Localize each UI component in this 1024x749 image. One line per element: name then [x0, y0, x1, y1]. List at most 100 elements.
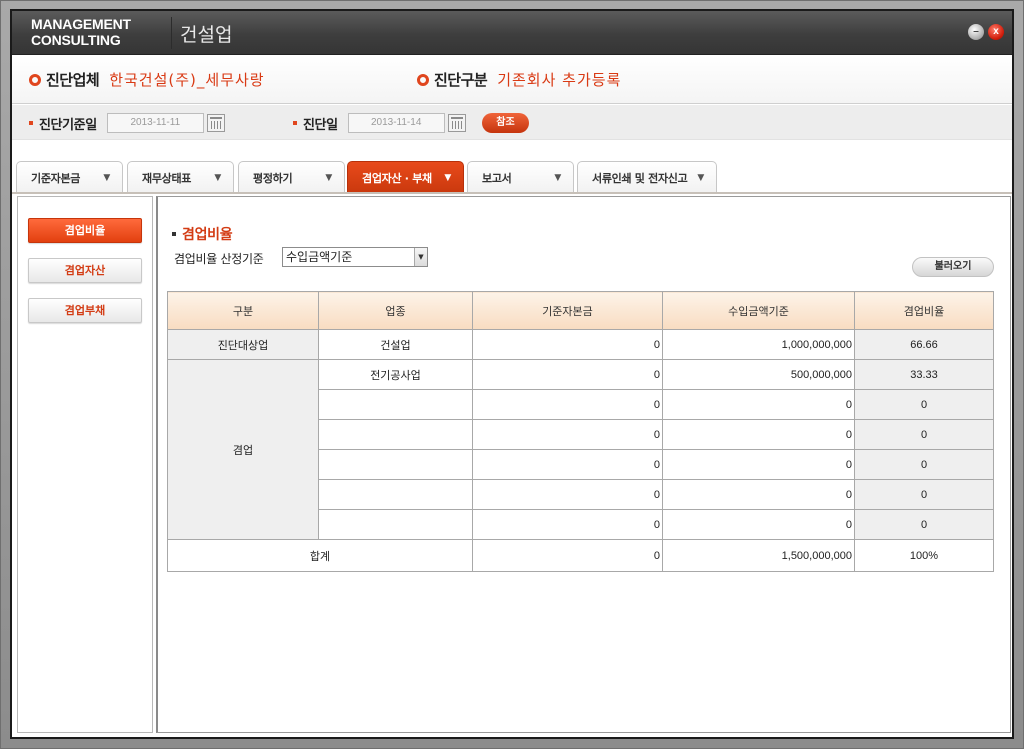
nav-side-business-liabilities[interactable]: 겸업부채 — [28, 298, 142, 323]
ratio-cell: 33.33 — [854, 359, 994, 390]
ratio-cell: 0 — [854, 389, 994, 420]
basis-select[interactable]: 수입금액기준 ▼ — [282, 247, 428, 267]
column-header: 겸업비율 — [854, 291, 994, 330]
app-title: 건설업 — [180, 24, 233, 46]
industry-cell[interactable] — [318, 509, 473, 540]
tab-balance-sheet[interactable]: 재무상태표 ▼ — [127, 161, 234, 194]
column-header: 구분 — [167, 291, 319, 330]
dropdown-arrow-icon: ▼ — [325, 173, 332, 183]
tab-rating[interactable]: 평정하기 ▼ — [238, 161, 345, 194]
square-bullet-icon — [29, 121, 33, 125]
basis-label: 겸업비율 산정기준 — [174, 252, 264, 266]
calendar-icon[interactable] — [447, 114, 466, 132]
base-date-input[interactable]: 2013-11-11 — [106, 113, 204, 133]
industry-cell[interactable]: 전기공사업 — [318, 359, 473, 390]
dropdown-arrow-icon: ▼ — [554, 173, 561, 183]
tab-label: 기준자본금 — [31, 172, 81, 185]
total-ratio: 100% — [854, 539, 994, 572]
title-bar: MANAGEMENT CONSULTING 건설업 – x — [12, 11, 1012, 55]
revenue-cell[interactable]: 0 — [662, 509, 855, 540]
dropdown-arrow-icon: ▼ — [444, 173, 451, 183]
divider — [171, 17, 172, 49]
tab-label: 겸업자산 · 부채 — [362, 172, 432, 185]
section-title-text: 겸업비율 — [182, 227, 233, 243]
revenue-cell[interactable]: 0 — [662, 449, 855, 480]
close-icon[interactable]: x — [988, 24, 1004, 40]
company-value: 한국건설(주)_세무사랑 — [109, 71, 265, 89]
tab-print-efiling[interactable]: 서류인쇄 및 전자신고 ▼ — [577, 161, 717, 194]
company-info: 진단업체 한국건설(주)_세무사랑 — [29, 69, 265, 90]
side-business-ratio-table: 구분 업종 기준자본금 수입금액기준 겸업비율 진단대상업 건설업 0 1,00… — [167, 291, 994, 572]
dropdown-arrow-icon: ▼ — [214, 173, 221, 183]
total-label: 합계 — [167, 539, 473, 572]
ratio-cell: 0 — [854, 479, 994, 510]
tab-label: 평정하기 — [253, 172, 293, 185]
tab-label: 재무상태표 — [142, 172, 192, 185]
revenue-cell[interactable]: 500,000,000 — [662, 359, 855, 390]
industry-cell[interactable] — [318, 389, 473, 420]
tab-label: 보고서 — [482, 172, 512, 185]
type-value: 기존회사 추가등록 — [497, 71, 622, 89]
tab-report[interactable]: 보고서 ▼ — [467, 161, 574, 194]
diagnosis-info-row: 진단업체 한국건설(주)_세무사랑 진단구분 기존회사 추가등록 — [12, 56, 1012, 104]
category-cell: 겸업 — [167, 359, 319, 540]
total-revenue: 1,500,000,000 — [662, 539, 855, 572]
industry-cell[interactable] — [318, 449, 473, 480]
revenue-cell[interactable]: 0 — [662, 389, 855, 420]
industry-cell[interactable] — [318, 419, 473, 450]
main-panel: 겸업비율 겸업비율 산정기준 수입금액기준 ▼ 불러오기 구분 업종 기준자본금… — [156, 196, 1011, 733]
square-bullet-icon — [172, 232, 176, 236]
revenue-cell[interactable]: 0 — [662, 419, 855, 450]
brand-logo: MANAGEMENT CONSULTING — [31, 16, 131, 48]
ratio-cell: 66.66 — [854, 329, 994, 360]
revenue-cell[interactable]: 1,000,000,000 — [662, 329, 855, 360]
base-date-label: 진단기준일 — [39, 117, 97, 133]
date-row: 진단기준일 2013-11-11 진단일 2013-11-14 참조 — [12, 105, 1012, 140]
capital-cell[interactable]: 0 — [472, 329, 663, 360]
diag-date-label: 진단일 — [303, 117, 338, 133]
capital-cell[interactable]: 0 — [472, 359, 663, 390]
table-row: 겸업 전기공사업 0 500,000,000 33.33 — [167, 359, 994, 540]
capital-cell[interactable]: 0 — [472, 479, 663, 510]
brand-line-1: MANAGEMENT — [31, 16, 131, 32]
tabs-baseline — [12, 192, 1012, 194]
industry-cell[interactable] — [318, 479, 473, 510]
industry-cell[interactable]: 건설업 — [318, 329, 473, 360]
capital-cell[interactable]: 0 — [472, 389, 663, 420]
capital-cell[interactable]: 0 — [472, 509, 663, 540]
section-title: 겸업비율 — [172, 224, 233, 244]
load-button[interactable]: 불러오기 — [912, 257, 994, 277]
nav-side-business-ratio[interactable]: 겸업비율 — [28, 218, 142, 243]
app-window: MANAGEMENT CONSULTING 건설업 – x 진단업체 한국건설(… — [10, 9, 1014, 739]
dropdown-arrow-icon: ▼ — [103, 173, 110, 183]
tab-label: 서류인쇄 및 전자신고 — [592, 172, 688, 185]
brand-line-2: CONSULTING — [31, 32, 121, 48]
nav-side-business-assets[interactable]: 겸업자산 — [28, 258, 142, 283]
column-header: 기준자본금 — [472, 291, 663, 330]
tab-base-capital[interactable]: 기준자본금 ▼ — [16, 161, 123, 194]
type-info: 진단구분 기존회사 추가등록 — [417, 69, 621, 90]
tab-side-business-assets[interactable]: 겸업자산 · 부채 ▼ — [347, 161, 464, 194]
capital-cell[interactable]: 0 — [472, 419, 663, 450]
ratio-cell: 0 — [854, 449, 994, 480]
column-header: 업종 — [318, 291, 473, 330]
square-bullet-icon — [293, 121, 297, 125]
category-cell: 진단대상업 — [167, 329, 319, 360]
ratio-cell: 0 — [854, 509, 994, 540]
calendar-icon[interactable] — [206, 114, 225, 132]
basis-selected-value: 수입금액기준 — [286, 250, 353, 264]
company-label: 진단업체 — [46, 71, 100, 89]
diag-date-input[interactable]: 2013-11-14 — [347, 113, 445, 133]
total-row: 합계 0 1,500,000,000 100% — [167, 539, 994, 572]
type-label: 진단구분 — [434, 71, 488, 89]
revenue-cell[interactable]: 0 — [662, 479, 855, 510]
base-date-group: 진단기준일 2013-11-11 — [29, 113, 225, 133]
total-capital: 0 — [472, 539, 663, 572]
ring-bullet-icon — [29, 73, 41, 86]
ring-bullet-icon — [417, 73, 429, 86]
capital-cell[interactable]: 0 — [472, 449, 663, 480]
reference-button[interactable]: 참조 — [482, 113, 529, 133]
minimize-icon[interactable]: – — [968, 24, 984, 40]
dropdown-arrow-icon: ▼ — [697, 173, 704, 183]
dropdown-arrow-icon[interactable]: ▼ — [414, 248, 427, 266]
